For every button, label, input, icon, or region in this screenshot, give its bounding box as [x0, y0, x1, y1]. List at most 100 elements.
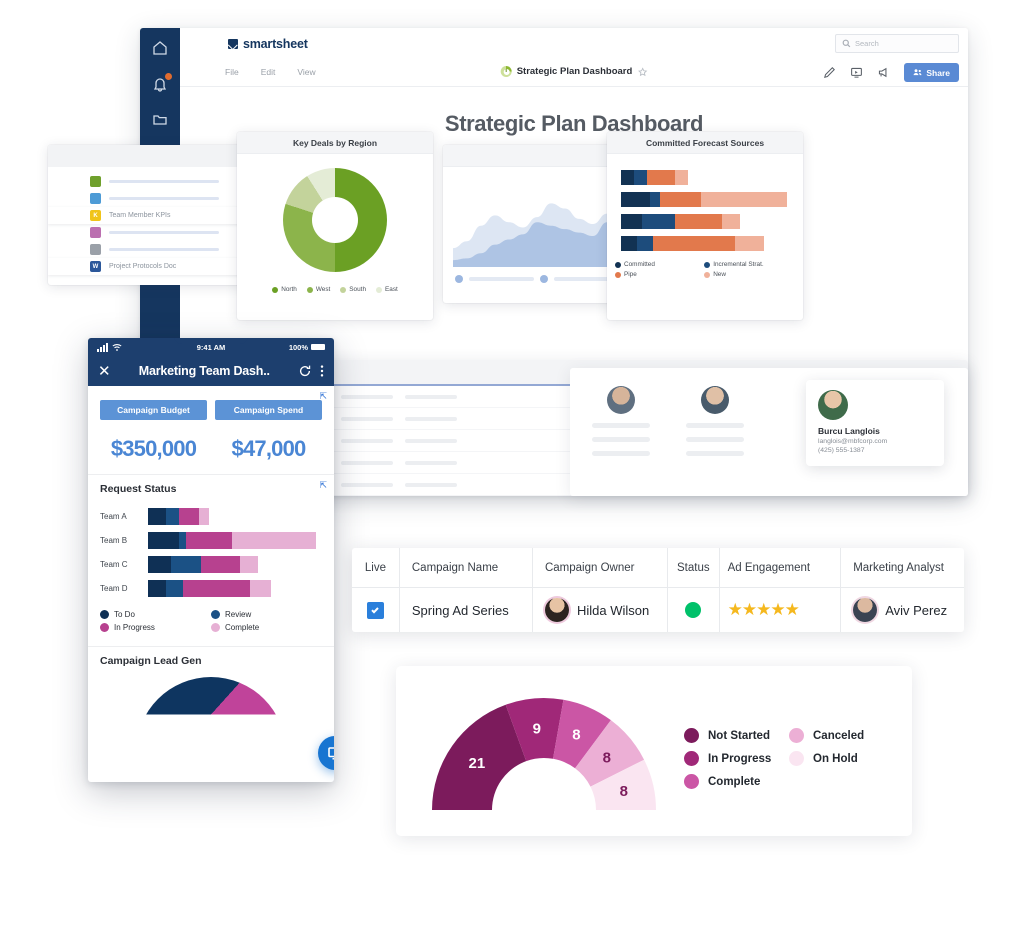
wifi-icon — [112, 343, 122, 351]
close-icon[interactable]: ✕ — [98, 364, 111, 379]
live-checkbox[interactable] — [366, 601, 384, 619]
bar-segment — [621, 192, 650, 207]
toolbar-actions: Share — [823, 63, 959, 82]
forecast-bar-row — [621, 214, 803, 229]
contact-phone[interactable]: (425) 555-1387 — [818, 447, 932, 454]
legend-item-east: East — [376, 286, 398, 293]
placeholder-line — [592, 451, 650, 456]
refresh-icon[interactable] — [298, 364, 312, 378]
bar-segment — [633, 170, 647, 185]
share-button[interactable]: Share — [904, 63, 959, 82]
monitor-chat-icon — [328, 747, 334, 760]
battery-indicator: 100% — [289, 343, 325, 352]
word-doc-icon: W — [90, 261, 101, 272]
bar-segment — [653, 236, 736, 251]
placeholder-line — [109, 197, 219, 200]
legend-item-west: West — [306, 286, 330, 293]
area-chart-scrubber[interactable] — [443, 275, 631, 283]
bar-segment — [722, 214, 741, 229]
tab-campaign-budget[interactable]: Campaign Budget — [100, 400, 207, 420]
legend-item-complete: Complete — [684, 770, 789, 793]
placeholder-line — [686, 423, 744, 428]
folder-icon[interactable] — [150, 110, 170, 130]
bar-segment — [179, 531, 186, 549]
bar-segment — [171, 555, 201, 573]
tree-row-team-member-kpis[interactable]: K Team Member KPIs — [48, 207, 248, 224]
legend-item-to-do: To Do — [100, 608, 211, 621]
tree-row[interactable] — [48, 241, 248, 258]
gauge-legend: Not Started Canceled In Progress On Hold… — [684, 724, 894, 793]
person-card[interactable] — [686, 386, 744, 496]
legend-item-not-started: Not Started — [684, 724, 789, 747]
forecast-legend: Committed Incremental Strat. Pipe New — [607, 261, 803, 278]
person-card[interactable] — [592, 386, 650, 496]
bar-segment — [148, 579, 166, 597]
bar-segment — [675, 214, 723, 229]
campaign-table: Live Campaign Name Campaign Owner Status… — [352, 548, 964, 632]
placeholder-line — [405, 482, 457, 487]
tree-item-label: Project Protocols Doc — [109, 263, 177, 270]
cell-campaign-owner: Hilda Wilson — [533, 598, 667, 622]
mobile-status-bar: 9:41 AM 100% — [88, 338, 334, 356]
cell-live[interactable] — [352, 601, 399, 619]
pencil-icon[interactable] — [823, 66, 836, 79]
smartsheet-logo[interactable]: smartsheet — [228, 37, 308, 51]
placeholder-line — [405, 438, 457, 443]
scrubber-track[interactable] — [469, 277, 534, 281]
placeholder-line — [341, 438, 393, 443]
bar-category-label: Team B — [100, 535, 128, 545]
forecast-bar-row — [621, 236, 803, 251]
placeholder-line — [341, 416, 393, 421]
tree-row[interactable] — [48, 173, 248, 190]
bar-segment — [148, 507, 166, 525]
tab-campaign-spend[interactable]: Campaign Spend — [215, 400, 322, 420]
forecast-bar-row — [621, 192, 803, 207]
trend-area-chart-widget — [443, 145, 631, 303]
lead-gen-chart — [100, 677, 322, 752]
forecast-bar-chart — [607, 154, 803, 251]
bar-segment — [621, 170, 634, 185]
document-title-group: Strategic Plan Dashboard — [500, 66, 648, 77]
notification-badge — [165, 73, 172, 80]
placeholder-line — [592, 437, 650, 442]
menu-item-view[interactable]: View — [297, 67, 315, 77]
legend-item-pipe: Pipe — [615, 271, 694, 278]
announce-icon[interactable] — [877, 66, 890, 79]
scrubber-handle[interactable] — [455, 275, 463, 283]
table-row[interactable]: Spring Ad Series Hilda Wilson ★★★★★ Aviv… — [352, 588, 964, 632]
request-status-row: Team D — [100, 576, 322, 600]
tree-row-project-protocols-doc[interactable]: W Project Protocols Doc — [48, 258, 248, 275]
kebab-menu-icon[interactable] — [320, 364, 324, 378]
request-status-row: Team C — [100, 552, 322, 576]
stacked-bar — [148, 555, 258, 573]
present-icon[interactable] — [850, 66, 863, 79]
status-time: 9:41 AM — [196, 342, 226, 352]
menu-item-file[interactable]: File — [225, 67, 239, 77]
tree-row[interactable] — [48, 190, 248, 207]
expand-icon[interactable]: ⇱ — [319, 480, 327, 491]
donut-legend: North West South East — [237, 286, 433, 293]
menu-bar: File Edit View Strategic Plan Dashboard — [180, 60, 968, 87]
col-header-ad-engagement: Ad Engagement — [727, 561, 811, 574]
expand-icon[interactable]: ⇱ — [319, 391, 327, 402]
gauge-value-label: 8 — [572, 727, 580, 744]
table-header-row: Live Campaign Name Campaign Owner Status… — [352, 548, 964, 588]
search-input[interactable]: Search — [835, 34, 959, 53]
legend-item-canceled: Canceled — [789, 724, 894, 747]
avatar — [544, 598, 569, 622]
scrubber-handle[interactable] — [540, 275, 548, 283]
share-label: Share — [926, 67, 950, 78]
swatch-icon — [90, 176, 101, 187]
home-icon[interactable] — [150, 38, 170, 58]
stacked-bar — [148, 579, 272, 597]
bar-segment — [165, 579, 184, 597]
menu-item-edit[interactable]: Edit — [261, 67, 276, 77]
bar-segment — [240, 555, 258, 573]
legend-item-in-progress: In Progress — [684, 747, 789, 770]
contact-email[interactable]: langlois@mbfcorp.com — [818, 438, 932, 445]
favorite-star-icon[interactable] — [637, 66, 647, 77]
bar-segment — [249, 579, 272, 597]
placeholder-line — [405, 416, 457, 421]
tree-row[interactable] — [48, 224, 248, 241]
bell-icon[interactable] — [150, 73, 172, 94]
